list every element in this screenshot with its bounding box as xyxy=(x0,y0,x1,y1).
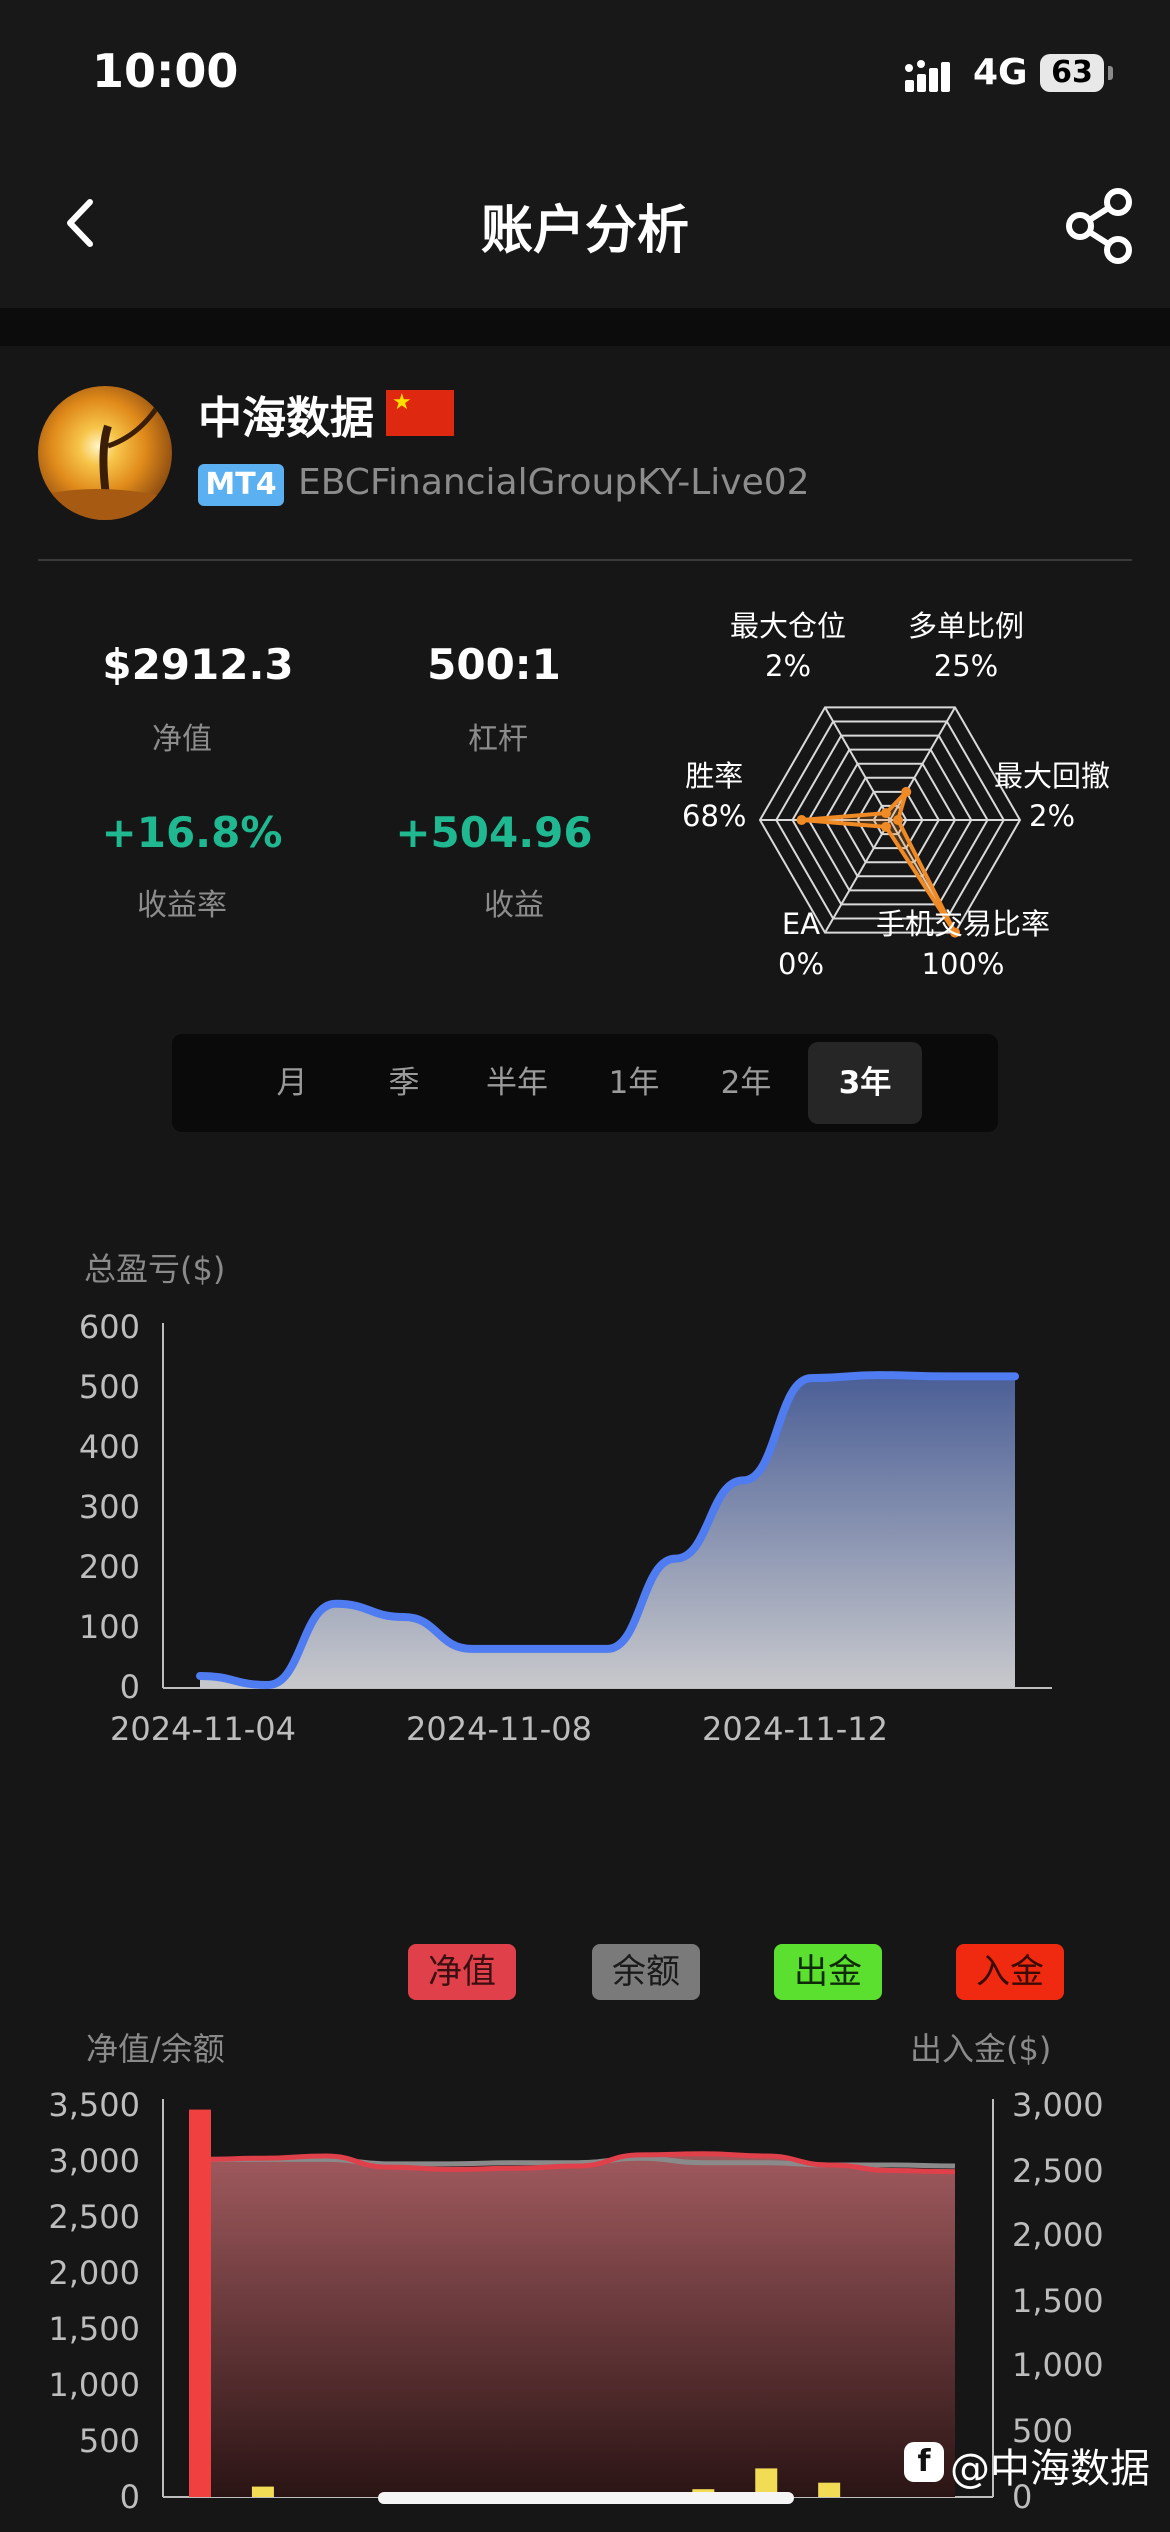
page-title: 账户分析 xyxy=(480,201,689,261)
profit-label: 收益 xyxy=(484,888,544,923)
home-indicator[interactable] xyxy=(378,2492,794,2504)
leverage-value: 500:1 xyxy=(427,640,561,689)
radar-label-max-position: 最大仓位 2% xyxy=(730,609,847,683)
network-label: 4G xyxy=(973,52,1028,93)
legend-withdrawal[interactable]: 出金 xyxy=(774,1944,882,2000)
radar-label-max-drawdown: 最大回撤 2% xyxy=(994,759,1111,833)
avatar[interactable] xyxy=(38,386,172,520)
tab-3-year[interactable]: 3年 xyxy=(808,1042,922,1124)
radar-label-win-rate: 胜率 68% xyxy=(682,759,747,833)
legend-deposit[interactable]: 入金 xyxy=(956,1944,1064,2000)
tab-quarter[interactable]: 季 xyxy=(354,1042,454,1124)
profile-name: 中海数据 xyxy=(198,393,374,444)
equity-value: $2912.3 xyxy=(102,640,294,689)
tab-2-year[interactable]: 2年 xyxy=(696,1042,796,1124)
radar-label-mobile-ratio: 手机交易比率 100% xyxy=(876,907,1051,981)
radar-point xyxy=(881,821,891,832)
china-flag-icon: ★ xyxy=(386,390,454,436)
profile-divider xyxy=(38,559,1132,561)
equity-y-left-title: 净值/余额 xyxy=(86,2030,225,2068)
pnl-y-title: 总盈亏($) xyxy=(84,1250,226,1288)
share-icon[interactable] xyxy=(1060,186,1140,266)
return-rate-label: 收益率 xyxy=(137,888,227,923)
platform-badge: MT4 xyxy=(198,464,284,506)
deposit-bar xyxy=(189,2109,211,2497)
radar-point xyxy=(901,786,912,797)
radar-point xyxy=(881,808,891,819)
equity-area xyxy=(200,2153,955,2497)
tab-half-year[interactable]: 半年 xyxy=(462,1042,572,1124)
leverage-label: 杠杆 xyxy=(468,722,528,757)
equity-label: 净值 xyxy=(152,722,212,757)
legend-balance[interactable]: 余额 xyxy=(592,1944,700,2000)
deposit-bar xyxy=(251,2486,274,2497)
tab-1-year[interactable]: 1年 xyxy=(584,1042,684,1124)
radar-label-long-ratio: 多单比例 25% xyxy=(908,609,1025,683)
deposit-bar xyxy=(818,2482,841,2497)
battery-tip xyxy=(1108,66,1113,80)
watermark-text: @中海数据 xyxy=(950,2446,1150,2492)
status-time: 10:00 xyxy=(92,44,239,98)
section-divider xyxy=(0,308,1170,346)
period-tabs: 月 季 半年 1年 2年 3年 xyxy=(172,1034,998,1132)
pnl-x-tick: 2024-11-04 xyxy=(110,1710,296,1748)
account-id: EBCFinancialGroupKY-Live02 xyxy=(298,462,810,503)
battery-icon: 63 xyxy=(1040,54,1104,92)
radar-label-ea: EA 0% xyxy=(778,907,825,981)
pnl-x-tick: 2024-11-08 xyxy=(406,1710,592,1748)
signal-icon xyxy=(905,60,950,92)
platform-logo-icon: f xyxy=(904,2442,944,2482)
radar-point xyxy=(796,815,807,825)
radar-point xyxy=(893,815,903,825)
pnl-area xyxy=(200,1375,1015,1688)
pnl-chart xyxy=(162,1323,1052,1689)
pnl-x-tick: 2024-11-12 xyxy=(702,1710,888,1748)
profit-value: +504.96 xyxy=(395,808,593,857)
tab-month[interactable]: 月 xyxy=(242,1042,342,1124)
legend-equity[interactable]: 净值 xyxy=(408,1944,516,2000)
return-rate-value: +16.8% xyxy=(101,808,283,857)
equity-y-right-title: 出入金($) xyxy=(910,2030,1052,2068)
